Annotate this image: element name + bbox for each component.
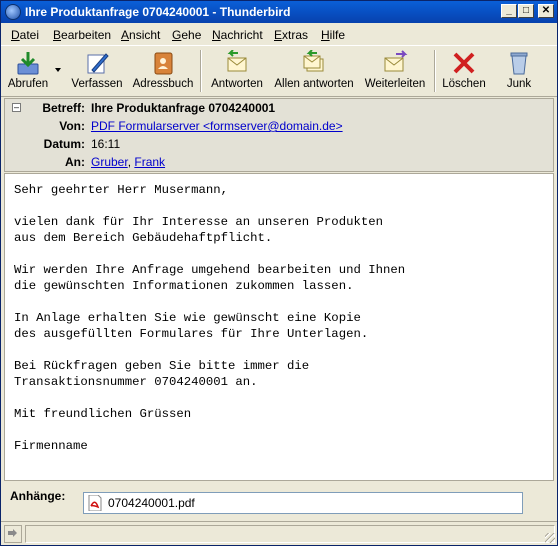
menu-ansicht[interactable]: Ansicht xyxy=(121,28,160,42)
antworten-icon xyxy=(227,50,247,72)
app-icon xyxy=(5,4,21,20)
minimize-button[interactable]: _ xyxy=(501,4,517,18)
loeschen-button[interactable]: Löschen xyxy=(441,48,487,94)
betreff-label: Betreff: xyxy=(42,101,85,115)
an-label: An: xyxy=(65,155,85,169)
adressbuch-button[interactable]: Adressbuch xyxy=(131,48,195,94)
message-body[interactable]: Sehr geehrter Herr Musermann, vielen dan… xyxy=(4,173,554,481)
betreff-value: Ihre Produktanfrage 0704240001 xyxy=(91,101,276,115)
toolbar: Abrufen Verfassen Adressbuch Antworten A… xyxy=(1,45,557,97)
junk-icon xyxy=(510,52,528,75)
menu-extras[interactable]: Extras xyxy=(274,28,308,42)
message-text: Sehr geehrter Herr Musermann, vielen dan… xyxy=(14,183,406,453)
menu-bar: Datei Bearbeiten Ansicht Gehe Nachricht … xyxy=(1,23,557,45)
attachment-file[interactable]: 0704240001.pdf xyxy=(108,496,195,510)
recipient-frank[interactable]: Frank xyxy=(134,155,165,169)
allen-antworten-icon xyxy=(303,50,324,72)
junk-button[interactable]: Junk xyxy=(499,48,539,94)
loeschen-icon xyxy=(453,52,475,74)
maximize-button[interactable]: □ xyxy=(518,4,534,18)
abrufen-dropdown-arrow[interactable] xyxy=(55,68,61,72)
von-label: Von: xyxy=(59,119,85,133)
abrufen-button[interactable]: Abrufen xyxy=(5,48,51,94)
weiterleiten-icon xyxy=(384,50,408,72)
attachments-list: 0704240001.pdf xyxy=(83,492,523,514)
datum-label: Datum: xyxy=(43,137,85,151)
close-button[interactable]: ✕ xyxy=(538,4,554,18)
online-status-icon[interactable] xyxy=(4,525,22,543)
menu-nachricht[interactable]: Nachricht xyxy=(212,28,263,42)
adressbuch-icon xyxy=(154,52,173,75)
von-value[interactable]: PDF Formularserver <formserver@domain.de… xyxy=(91,119,343,133)
menu-hilfe[interactable]: Hilfe xyxy=(321,28,345,42)
toolbar-separator xyxy=(200,50,202,92)
window-title: Ihre Produktanfrage 0704240001 - Thunder… xyxy=(25,5,291,19)
abrufen-icon xyxy=(17,52,39,75)
attachments-bar: Anhänge: 0704240001.pdf xyxy=(1,483,557,519)
status-text xyxy=(25,525,555,543)
thunderbird-window: Ihre Produktanfrage 0704240001 - Thunder… xyxy=(0,0,558,546)
antworten-button[interactable]: Antworten xyxy=(207,48,267,94)
an-value: Gruber, Frank xyxy=(91,155,166,169)
menu-gehe[interactable]: Gehe xyxy=(172,28,201,42)
menu-datei[interactable]: Datei xyxy=(11,28,39,42)
message-header-pane: – Betreff: Ihre Produktanfrage 070424000… xyxy=(4,98,554,172)
datum-value: 16:11 xyxy=(91,137,121,151)
verfassen-icon xyxy=(87,53,109,74)
menu-bearbeiten[interactable]: Bearbeiten xyxy=(53,28,111,42)
allen-antworten-button[interactable]: Allen antworten xyxy=(273,48,355,94)
attachments-label: Anhänge: xyxy=(10,489,66,503)
resize-grip[interactable] xyxy=(545,533,555,543)
status-bar xyxy=(1,521,557,545)
title-bar[interactable]: Ihre Produktanfrage 0704240001 - Thunder… xyxy=(1,1,557,23)
verfassen-button[interactable]: Verfassen xyxy=(67,48,127,94)
weiterleiten-button[interactable]: Weiterleiten xyxy=(363,48,427,94)
recipient-gruber[interactable]: Gruber xyxy=(91,155,128,169)
toolbar-separator xyxy=(434,50,436,92)
pdf-icon xyxy=(88,495,102,511)
